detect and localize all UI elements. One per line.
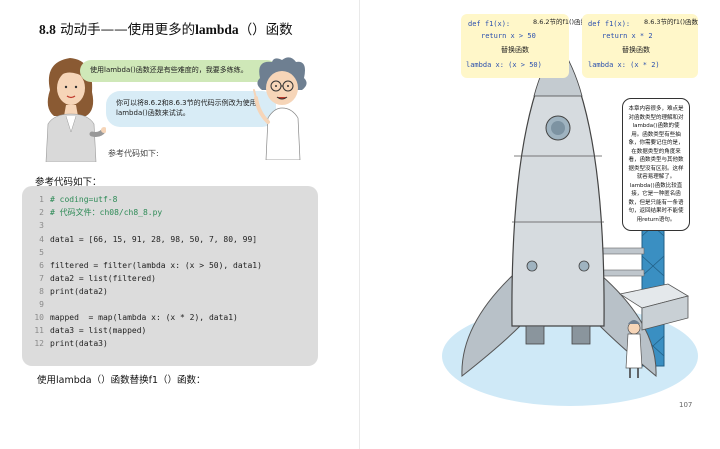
code-line: 4 data1 = [66, 15, 91, 28, 98, 50, 7, 80,… xyxy=(39,235,258,244)
note-replace-label: 替换函数 xyxy=(622,46,650,54)
note-return-line: return x > 50 xyxy=(481,32,536,40)
note-lambda-line: lambda x: (x * 2) xyxy=(588,61,660,69)
code-line: 2 # 代码文件：ch08/ch8_8.py xyxy=(39,208,163,217)
code-line: 9 xyxy=(39,300,44,309)
left-page: 8.8 动动手——使用更多的lambda（）函数 使用lambda()函数还是有… xyxy=(0,0,360,449)
code-line: 12 print(data3) xyxy=(34,339,108,348)
speech-bubble-student: 使用lambda()函数还是有些难度的，我要多练练。 xyxy=(80,60,278,82)
section-title-part-b: （）函数 xyxy=(238,22,293,38)
code-line: 5 xyxy=(39,248,44,257)
page-number: 107 xyxy=(679,401,693,409)
right-page: def f1(x): 8.6.2节的f1()函数 return x > 50 替… xyxy=(360,0,720,449)
code-line: 3 xyxy=(39,221,44,230)
speech-bubble-teacher: 你可以将8.6.2和8.6.3节的代码示例改为使用lambda()函数来试试。 xyxy=(106,91,276,127)
ref-code-caption-small: 参考代码如下: xyxy=(108,149,159,158)
section-title-part-a: 动动手——使用更多的 xyxy=(55,22,196,38)
code-line: 10 mapped = map(lambda x: (x * 2), data1) xyxy=(34,313,238,322)
speech-bubble-student-text: 使用lambda()函数还是有些难度的，我要多练练。 xyxy=(90,66,248,75)
section-number: 8.8 xyxy=(39,22,56,37)
code-line: 6 filtered = filter(lambda x: (x > 50), d… xyxy=(39,261,262,270)
replace-caption: 使用lambda（）函数替换f1（）函数： xyxy=(37,375,206,386)
note-replace-label: 替换函数 xyxy=(501,46,529,54)
code-line: 1 # coding=utf-8 xyxy=(39,195,118,204)
section-title-lambda: lambda xyxy=(195,22,239,37)
code-line: 11 data3 = list(mapped) xyxy=(34,326,147,335)
note-section-tag: 8.6.3节的f1()函数 xyxy=(644,18,699,26)
code-note-filter: def f1(x): 8.6.2节的f1()函数 return x > 50 替… xyxy=(461,14,587,78)
student-illustration xyxy=(253,57,307,160)
code-line: 7 data2 = list(filtered) xyxy=(39,274,156,283)
note-section-tag: 8.6.2节的f1()函数 xyxy=(533,18,588,26)
section-title: 8.8 动动手——使用更多的lambda（）函数 xyxy=(39,18,293,38)
info-callout-text: 本章内容很多，难点是对函数类型的理解和对lambda()函数的使用。函数类型有些… xyxy=(628,106,684,223)
code-block: 1 # coding=utf-8 2 # 代码文件：ch08/ch8_8.py 3 … xyxy=(22,186,318,366)
code-line: 8 print(data2) xyxy=(39,287,108,296)
note-return-line: return x * 2 xyxy=(602,32,653,40)
info-callout: 本章内容很多，难点是对函数类型的理解和对lambda()函数的使用。函数类型有些… xyxy=(622,98,690,231)
speech-bubble-teacher-text: 你可以将8.6.2和8.6.3节的代码示例改为使用lambda()函数来试试。 xyxy=(116,99,257,117)
code-note-map: def f1(x): 8.6.3节的f1()函数 return x * 2 替换… xyxy=(582,14,698,78)
note-def-line: def f1(x): xyxy=(468,20,511,28)
note-lambda-line: lambda x: (x > 50) xyxy=(466,61,542,69)
note-def-line: def f1(x): xyxy=(588,20,631,28)
